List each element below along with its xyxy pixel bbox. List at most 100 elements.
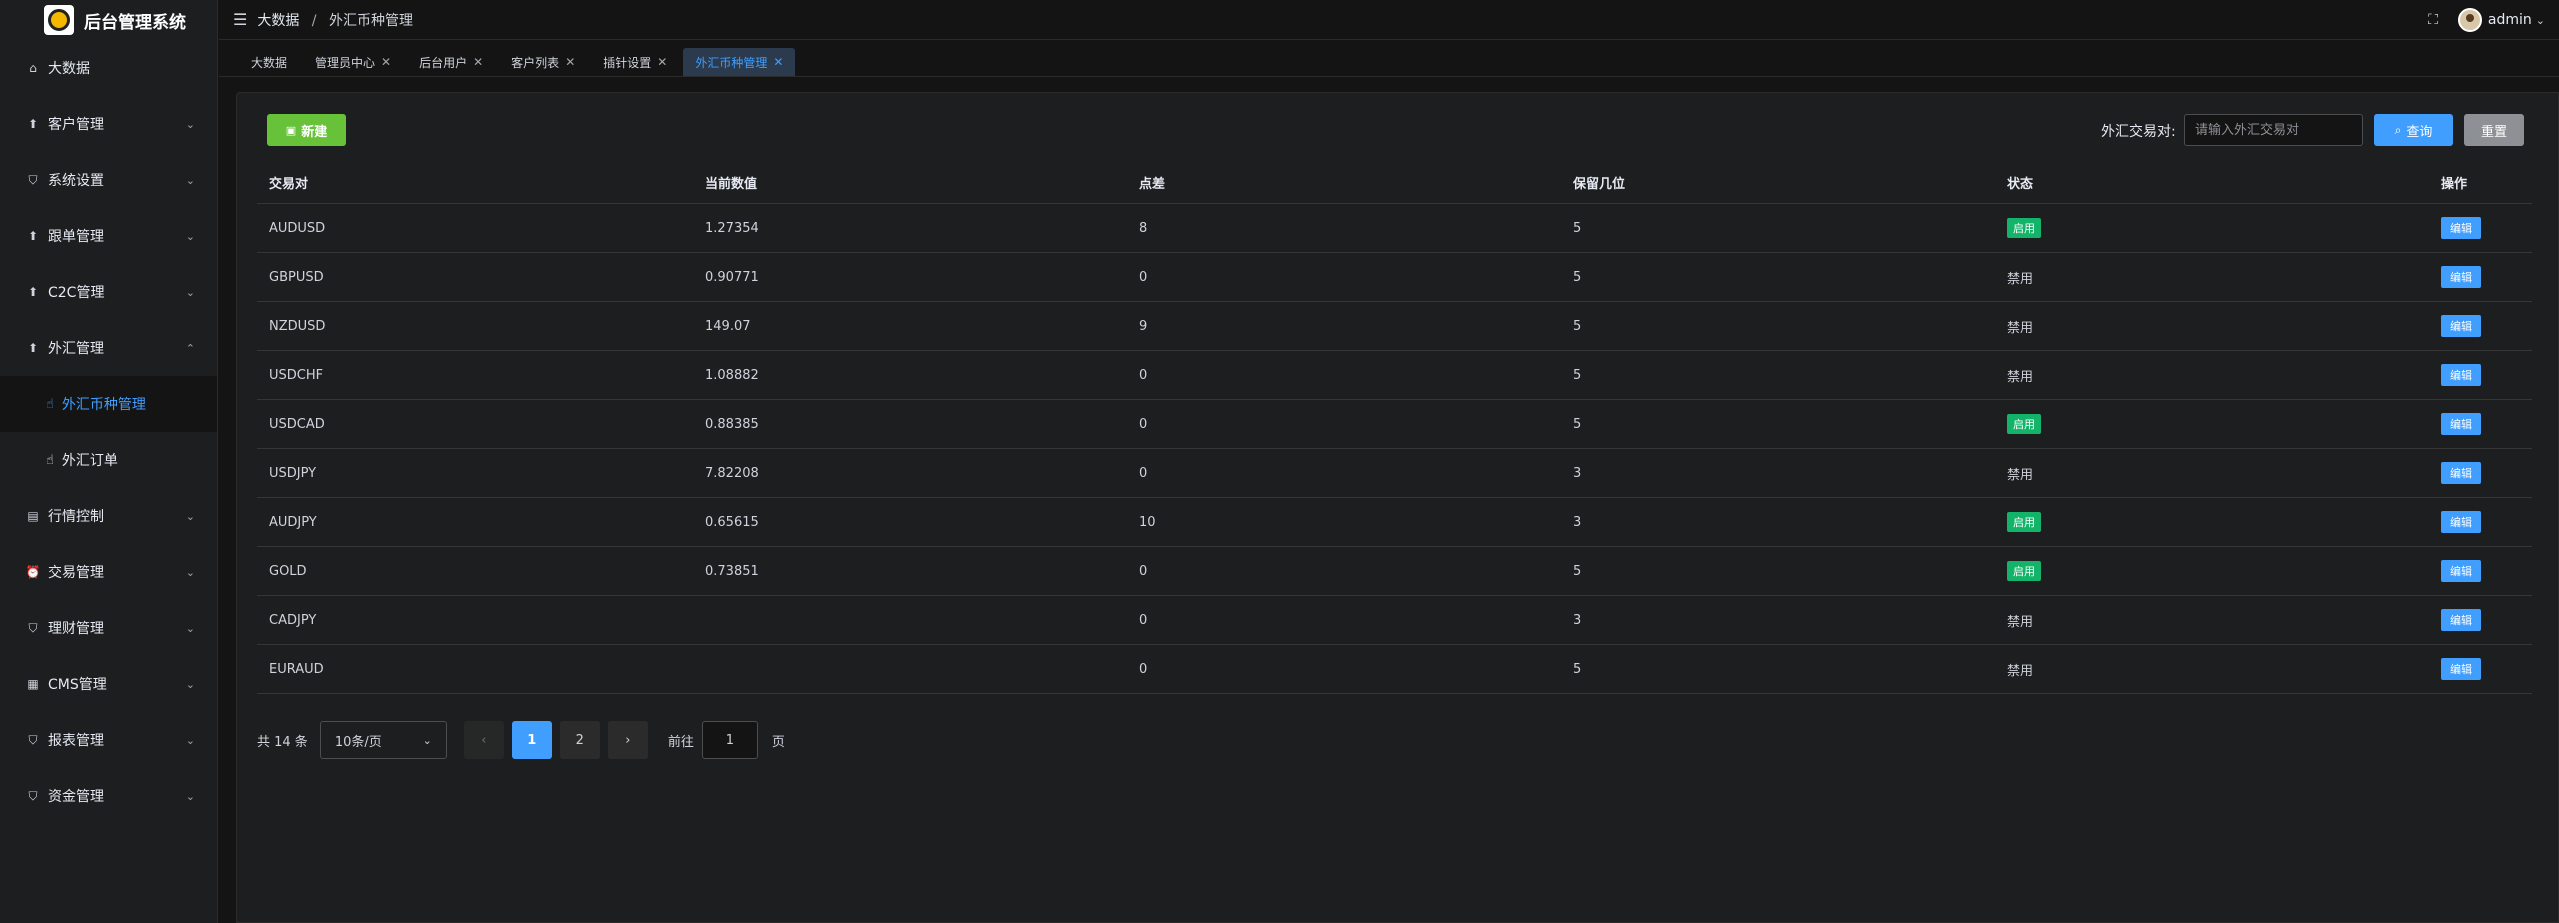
sidebar-item-big-data[interactable]: ⌂ 大数据 xyxy=(0,40,217,96)
goto-page-input[interactable] xyxy=(701,721,758,759)
tag-backend-users[interactable]: 后台用户 ✕ xyxy=(407,48,495,76)
prev-page-button[interactable]: ‹ xyxy=(463,721,504,759)
document-icon: ▤ xyxy=(27,509,39,523)
chevron-down-icon[interactable]: ⌄ xyxy=(2536,14,2545,27)
shield-icon: ⛉ xyxy=(28,788,38,803)
chevron-right-icon: › xyxy=(625,732,631,748)
page-button-2[interactable]: 2 xyxy=(559,721,600,759)
cell-pair: EURAUD xyxy=(269,661,324,677)
cell-pair: CADJPY xyxy=(269,612,317,628)
sidebar-item-forex[interactable]: ⬆ 外汇管理 ⌃ xyxy=(0,320,217,376)
chevron-down-icon: ⌄ xyxy=(185,789,195,803)
table-row: GOLD 0.73851 0 5 启用 编辑 xyxy=(257,547,2532,596)
sidebar-item-market-control[interactable]: ▤ 行情控制 ⌄ xyxy=(0,488,217,544)
edit-button[interactable]: 编辑 xyxy=(2441,364,2481,386)
forex-pair-search-input[interactable] xyxy=(2184,114,2363,146)
new-button[interactable]: ▣ 新建 xyxy=(267,114,346,146)
cell-spread: 0 xyxy=(1139,367,1148,383)
forex-table: 交易对 当前数值 点差 保留几位 状态 操作 AUDUSD 1.27354 8 5 启用… xyxy=(257,161,2532,694)
total-count: 共 14 条 xyxy=(257,734,308,750)
column-header: 状态 xyxy=(2007,176,2034,192)
tag-admin-center[interactable]: 管理员中心 ✕ xyxy=(303,48,403,76)
sidebar-item-label: C2C管理 xyxy=(48,285,105,301)
column-header: 交易对 xyxy=(269,176,309,192)
user-name[interactable]: admin xyxy=(2488,12,2532,28)
tag-label: 外汇币种管理 xyxy=(695,55,768,70)
status-badge: 启用 xyxy=(2007,414,2041,434)
chevron-left-icon: ‹ xyxy=(481,732,487,748)
query-button[interactable]: ⌕ 查询 xyxy=(2374,114,2453,146)
cell-value: 0.88385 xyxy=(705,416,759,432)
edit-button[interactable]: 编辑 xyxy=(2441,217,2481,239)
breadcrumb-item-current: 外汇币种管理 xyxy=(328,12,413,29)
fullscreen-icon[interactable]: ⛶ xyxy=(2428,12,2438,28)
close-icon[interactable]: ✕ xyxy=(565,55,575,69)
edit-button[interactable]: 编辑 xyxy=(2441,413,2481,435)
app-logo[interactable]: 后台管理系统 xyxy=(0,0,217,40)
cell-spread: 0 xyxy=(1139,465,1148,481)
column-header: 当前数值 xyxy=(705,176,758,192)
cell-action: 编辑 xyxy=(2429,315,2532,337)
cell-pair: USDJPY xyxy=(269,465,317,481)
sidebar-item-settings[interactable]: ⛉ 系统设置 ⌄ xyxy=(0,152,217,208)
sidebar-item-cms[interactable]: ▦ CMS管理 ⌄ xyxy=(0,656,217,712)
tag-forex-currency[interactable]: 外汇币种管理 ✕ xyxy=(683,48,796,76)
table-row: AUDJPY 0.65615 10 3 启用 编辑 xyxy=(257,498,2532,547)
close-icon[interactable]: ✕ xyxy=(381,55,391,69)
logo-icon xyxy=(44,5,74,35)
sidebar-item-copy-trading[interactable]: ⬆ 跟单管理 ⌄ xyxy=(0,208,217,264)
page-size-select[interactable]: 10条/页 ⌄ xyxy=(319,721,447,759)
tag-label: 客户列表 xyxy=(511,55,560,70)
tag-customer-list[interactable]: 客户列表 ✕ xyxy=(499,48,587,76)
avatar[interactable] xyxy=(2457,8,2482,32)
edit-button[interactable]: 编辑 xyxy=(2441,609,2481,631)
cell-decimals: 5 xyxy=(1573,416,1582,432)
edit-button[interactable]: 编辑 xyxy=(2441,266,2481,288)
table-row: CADJPY 0 3 禁用 编辑 xyxy=(257,596,2532,645)
tag-label: 插针设置 xyxy=(603,55,652,70)
menu-toggle-icon[interactable]: ☰ xyxy=(233,10,247,29)
edit-button[interactable]: 编辑 xyxy=(2441,560,2481,582)
status-badge: 禁用 xyxy=(2007,320,2034,336)
alarm-clock-icon: ⏰ xyxy=(25,565,41,579)
main-card: ▣ 新建 外汇交易对: ⌕ 查询 重置 交易对 当前数值 点差 保留几位 状态 … xyxy=(236,92,2559,923)
sidebar-item-funds[interactable]: ⛉ 资金管理 ⌄ xyxy=(0,768,217,824)
column-header: 操作 xyxy=(2441,176,2468,192)
chevron-down-icon: ⌄ xyxy=(185,285,195,299)
sidebar-item-label: 外汇管理 xyxy=(48,341,104,357)
cell-spread: 9 xyxy=(1139,318,1148,334)
status-badge: 禁用 xyxy=(2007,614,2034,630)
sidebar-item-reports[interactable]: ⛉ 报表管理 ⌄ xyxy=(0,712,217,768)
cell-status: 启用 xyxy=(1995,218,2429,238)
sidebar-item-customers[interactable]: ⬆ 客户管理 ⌄ xyxy=(0,96,217,152)
column-header: 保留几位 xyxy=(1573,176,1626,192)
cell-pair: GBPUSD xyxy=(269,269,324,285)
cell-spread: 10 xyxy=(1139,514,1156,530)
edit-button[interactable]: 编辑 xyxy=(2441,511,2481,533)
sidebar-item-wealth[interactable]: ⛉ 理财管理 ⌄ xyxy=(0,600,217,656)
tag-pin-settings[interactable]: 插针设置 ✕ xyxy=(591,48,679,76)
sidebar-item-trading[interactable]: ⏰ 交易管理 ⌄ xyxy=(0,544,217,600)
close-icon[interactable]: ✕ xyxy=(773,55,783,69)
cell-value: 1.08882 xyxy=(705,367,759,383)
sidebar-item-label: 系统设置 xyxy=(48,173,104,189)
sidebar-subitem-forex-orders[interactable]: ☝ 外汇订单 xyxy=(0,432,217,488)
next-page-button[interactable]: › xyxy=(607,721,648,759)
reset-button[interactable]: 重置 xyxy=(2464,114,2524,146)
breadcrumb-item[interactable]: 大数据 xyxy=(257,13,299,29)
sidebar-item-c2c[interactable]: ⬆ C2C管理 ⌄ xyxy=(0,264,217,320)
close-icon[interactable]: ✕ xyxy=(473,55,483,69)
cell-value: 7.82208 xyxy=(705,465,759,481)
sidebar-subitem-forex-currency[interactable]: ☝ 外汇币种管理 xyxy=(0,376,217,432)
edit-button[interactable]: 编辑 xyxy=(2441,658,2481,680)
search-icon: ⌕ xyxy=(2394,122,2402,137)
chevron-down-icon: ⌄ xyxy=(185,509,195,523)
tag-big-data[interactable]: 大数据 xyxy=(239,48,299,76)
edit-button[interactable]: 编辑 xyxy=(2441,315,2481,337)
breadcrumb: 大数据 / 外汇币种管理 xyxy=(257,10,413,30)
close-icon[interactable]: ✕ xyxy=(657,55,667,69)
edit-button[interactable]: 编辑 xyxy=(2441,462,2481,484)
arrow-up-circle-icon: ⬆ xyxy=(27,229,39,243)
cell-status: 启用 xyxy=(1995,414,2429,434)
page-button-1[interactable]: 1 xyxy=(511,721,552,759)
